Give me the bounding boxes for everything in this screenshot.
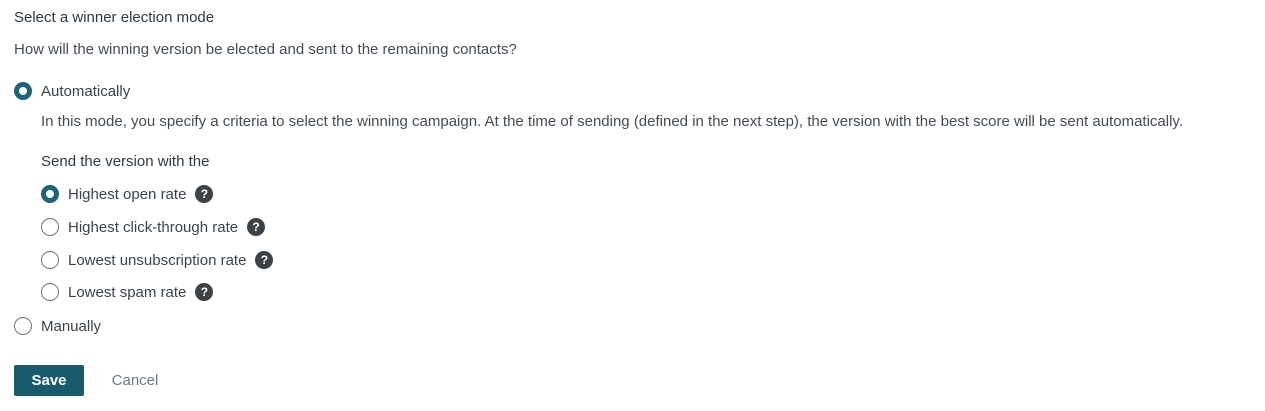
help-icon[interactable]: ? [195, 185, 214, 203]
section-question: How will the winning version be elected … [14, 41, 517, 58]
help-icon[interactable]: ? [255, 251, 274, 269]
winner-election-panel: Select a winner election mode How will t… [0, 0, 1265, 411]
criteria-option-open-rate[interactable]: Highest open rate ? [41, 184, 214, 204]
mode-manual-label: Manually [41, 317, 102, 335]
mode-manual-option[interactable]: Manually [14, 316, 101, 336]
mode-automatic-option[interactable]: Automatically [14, 81, 130, 101]
criteria-spam-label: Lowest spam rate [68, 283, 187, 301]
criteria-heading: Send the version with the [41, 153, 210, 170]
save-button[interactable]: Save [14, 365, 84, 396]
help-icon[interactable]: ? [247, 218, 266, 236]
cancel-button[interactable]: Cancel [100, 365, 170, 396]
criteria-click-through-label: Highest click-through rate [68, 218, 239, 236]
criteria-option-unsubscription-rate[interactable]: Lowest unsubscription rate ? [41, 250, 274, 270]
criteria-option-spam-rate[interactable]: Lowest spam rate ? [41, 282, 214, 302]
mode-automatic-description: In this mode, you specify a criteria to … [41, 113, 1183, 130]
mode-automatic-label: Automatically [41, 82, 131, 100]
criteria-option-click-through-rate[interactable]: Highest click-through rate ? [41, 217, 266, 237]
criteria-unsubscription-radio[interactable] [41, 251, 59, 269]
mode-manual-radio[interactable] [14, 317, 32, 335]
criteria-spam-radio[interactable] [41, 283, 59, 301]
criteria-click-through-radio[interactable] [41, 218, 59, 236]
criteria-open-rate-label: Highest open rate [68, 185, 187, 203]
section-title: Select a winner election mode [14, 9, 215, 26]
criteria-unsubscription-label: Lowest unsubscription rate [68, 251, 247, 269]
mode-automatic-radio[interactable] [14, 82, 32, 100]
help-icon[interactable]: ? [195, 283, 214, 301]
criteria-open-rate-radio[interactable] [41, 185, 59, 203]
